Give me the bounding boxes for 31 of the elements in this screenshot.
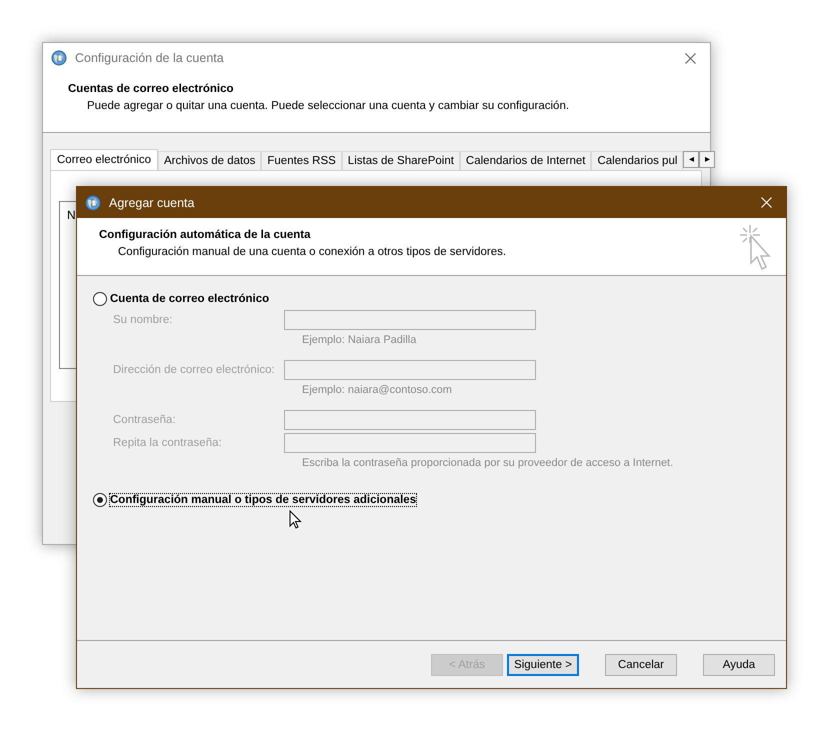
field-label: Contraseña:	[113, 414, 177, 426]
tab[interactable]: Correo electrónico	[50, 149, 158, 170]
section-heading: Cuentas de correo electrónico	[68, 83, 235, 95]
dialog-button[interactable]: Ayuda	[703, 654, 775, 676]
field-hint: Ejemplo: Naiara Padilla	[301, 333, 418, 348]
field-label: Dirección de correo electrónico:	[113, 364, 276, 376]
dialog-button[interactable]: Cancelar	[605, 654, 677, 676]
list-text: N	[67, 208, 76, 222]
close-icon[interactable]	[685, 52, 696, 64]
mouse-cursor-icon	[289, 510, 302, 529]
tab[interactable]: Archivos de datos	[158, 151, 262, 170]
globe-icon	[51, 50, 67, 66]
tab[interactable]: Calendarios de Internet	[460, 151, 592, 170]
section-description: Configuración manual de una cuenta o conexión a otros tipos de servidores.	[117, 246, 508, 258]
field-label: Su nombre:	[113, 314, 174, 326]
dialog-button[interactable]: Siguiente >	[507, 654, 579, 676]
radio-option[interactable]: Configuración manual o tipos de servidores adicionales	[93, 493, 416, 507]
field-hint: Escriba la contraseña proporcionada por su proveedor de acceso a Internet.	[301, 456, 674, 471]
radio-option[interactable]: Cuenta de correo electrónico	[93, 292, 270, 306]
section-heading: Configuración automática de la cuenta	[99, 229, 312, 241]
window-title: Agregar cuenta	[109, 196, 196, 210]
field-hint: Ejemplo: naiara@contoso.com	[301, 383, 453, 398]
field-label: Repita la contraseña:	[113, 437, 223, 449]
tab-scroll-button[interactable]: ◂	[683, 151, 700, 168]
window-title: Configuración de la cuenta	[75, 51, 225, 65]
section-description: Puede agregar o quitar una cuenta. Puede seleccionar una cuenta y cambiar su configuración.	[86, 100, 570, 112]
globe-icon	[85, 194, 101, 210]
tab[interactable]: Fuentes RSS	[261, 151, 342, 170]
tab-scroll-button[interactable]: ▸	[699, 151, 716, 168]
tab[interactable]: Calendarios pul	[591, 151, 684, 170]
tab[interactable]: Listas de SharePoint	[342, 151, 460, 170]
